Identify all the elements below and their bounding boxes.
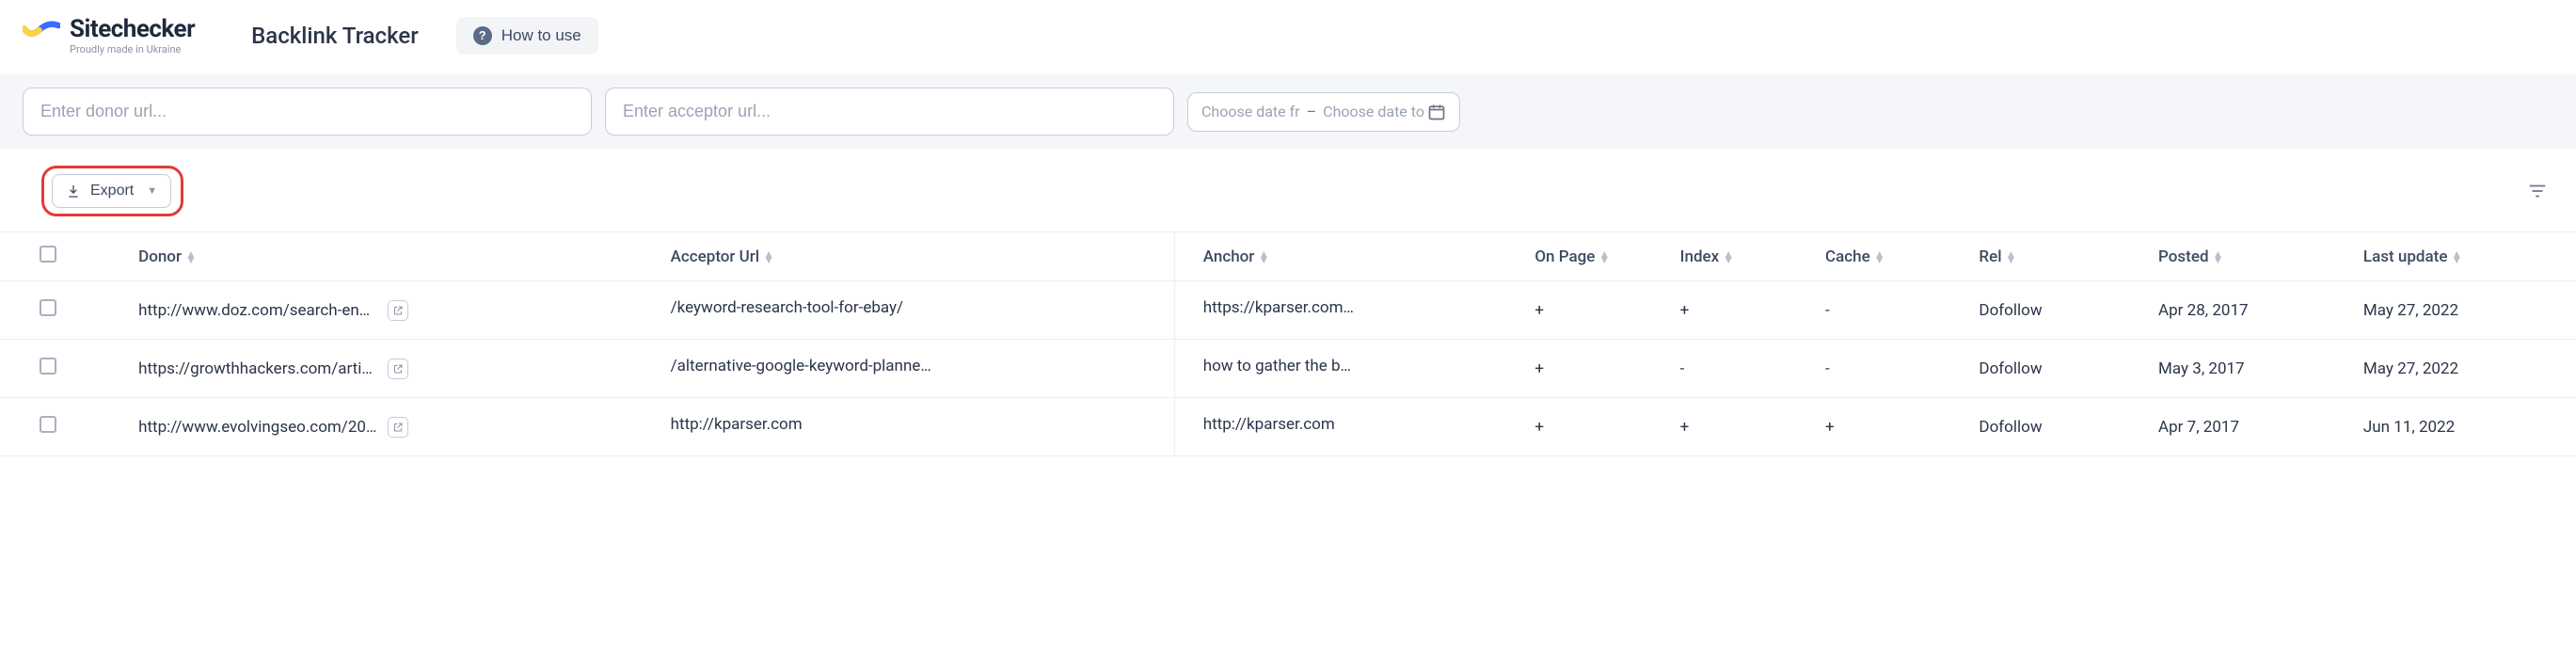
sort-icon: ▲▼ <box>2213 251 2224 263</box>
table-row: https://growthhackers.com/articles/... /… <box>0 340 2576 398</box>
sort-icon: ▲▼ <box>763 251 774 263</box>
col-on-page[interactable]: On Page▲▼ <box>1525 232 1670 281</box>
acceptor-url[interactable]: http://kparser.com <box>671 415 803 434</box>
sort-icon: ▲▼ <box>1258 251 1269 263</box>
download-icon <box>66 183 81 199</box>
table-row: http://www.doz.com/search-engine... /key… <box>0 281 2576 340</box>
index-value: - <box>1671 340 1816 398</box>
acceptor-url[interactable]: /alternative-google-keyword-planner/... <box>671 357 934 375</box>
how-to-use-label: How to use <box>501 26 581 45</box>
cache-value: - <box>1816 281 1969 340</box>
backlinks-table: Donor▲▼ Acceptor Url▲▼ Anchor▲▼ On Page▲… <box>0 231 2576 456</box>
col-posted[interactable]: Posted▲▼ <box>2149 232 2354 281</box>
question-icon: ? <box>473 26 492 45</box>
last-update-value: May 27, 2022 <box>2354 281 2576 340</box>
col-anchor[interactable]: Anchor▲▼ <box>1174 232 1525 281</box>
col-donor[interactable]: Donor▲▼ <box>119 232 661 281</box>
filter-icon[interactable] <box>2527 181 2548 201</box>
rel-value: Dofollow <box>1969 398 2149 456</box>
rel-value: Dofollow <box>1969 281 2149 340</box>
date-separator: – <box>1307 103 1317 120</box>
date-to-label: Choose date to <box>1323 103 1424 120</box>
last-update-value: May 27, 2022 <box>2354 340 2576 398</box>
anchor-text: https://kparser.com/k... <box>1203 298 1359 317</box>
col-acceptor[interactable]: Acceptor Url▲▼ <box>661 232 1175 281</box>
top-bar: Sitechecker Proudly made in Ukraine Back… <box>0 0 2576 74</box>
on-page-value: + <box>1525 398 1670 456</box>
posted-value: Apr 28, 2017 <box>2149 281 2354 340</box>
date-from-label: Choose date fr <box>1201 103 1300 120</box>
external-link-icon[interactable] <box>388 359 408 379</box>
table-toolbar: Export ▼ <box>0 149 2576 231</box>
col-rel[interactable]: Rel▲▼ <box>1969 232 2149 281</box>
sort-icon: ▲▼ <box>2006 251 2017 263</box>
donor-url[interactable]: http://www.evolvingseo.com/2013/0... <box>138 418 378 437</box>
col-last-update[interactable]: Last update▲▼ <box>2354 232 2576 281</box>
donor-url[interactable]: http://www.doz.com/search-engine... <box>138 301 378 320</box>
col-cache[interactable]: Cache▲▼ <box>1816 232 1969 281</box>
sort-icon: ▲▼ <box>185 251 197 263</box>
sort-icon: ▲▼ <box>2451 251 2462 263</box>
donor-url-input[interactable] <box>23 88 592 136</box>
export-highlight: Export ▼ <box>41 166 183 216</box>
row-checkbox[interactable] <box>40 416 56 433</box>
table-header-row: Donor▲▼ Acceptor Url▲▼ Anchor▲▼ On Page▲… <box>0 232 2576 281</box>
rel-value: Dofollow <box>1969 340 2149 398</box>
brand-tagline: Proudly made in Ukraine <box>70 43 195 56</box>
posted-value: May 3, 2017 <box>2149 340 2354 398</box>
sort-icon: ▲▼ <box>1874 251 1885 263</box>
anchor-text: how to gather the be... <box>1203 357 1359 375</box>
select-all-checkbox[interactable] <box>40 246 56 263</box>
logo-icon <box>23 15 60 45</box>
on-page-value: + <box>1525 281 1670 340</box>
posted-value: Apr 7, 2017 <box>2149 398 2354 456</box>
table-row: http://www.evolvingseo.com/2013/0... htt… <box>0 398 2576 456</box>
external-link-icon[interactable] <box>388 300 408 321</box>
sort-icon: ▲▼ <box>1598 251 1610 263</box>
export-button[interactable]: Export ▼ <box>52 174 171 208</box>
cache-value: - <box>1816 340 1969 398</box>
logo[interactable]: Sitechecker Proudly made in Ukraine <box>23 15 195 56</box>
export-label: Export <box>90 183 134 199</box>
brand-name: Sitechecker <box>70 15 195 43</box>
sort-icon: ▲▼ <box>1723 251 1734 263</box>
on-page-value: + <box>1525 340 1670 398</box>
anchor-text: http://kparser.com <box>1203 415 1335 434</box>
acceptor-url[interactable]: /keyword-research-tool-for-ebay/ <box>671 298 903 317</box>
date-range-picker[interactable]: Choose date fr – Choose date to <box>1187 92 1460 132</box>
cache-value: + <box>1816 398 1969 456</box>
donor-url[interactable]: https://growthhackers.com/articles/... <box>138 359 378 378</box>
index-value: + <box>1671 398 1816 456</box>
acceptor-url-input[interactable] <box>605 88 1174 136</box>
last-update-value: Jun 11, 2022 <box>2354 398 2576 456</box>
chevron-down-icon: ▼ <box>147 185 157 197</box>
filter-panel: Choose date fr – Choose date to <box>0 74 2576 149</box>
page-title: Backlink Tracker <box>251 23 419 49</box>
col-index[interactable]: Index▲▼ <box>1671 232 1816 281</box>
how-to-use-button[interactable]: ? How to use <box>456 17 598 55</box>
external-link-icon[interactable] <box>388 417 408 438</box>
calendar-icon <box>1427 103 1446 121</box>
index-value: + <box>1671 281 1816 340</box>
row-checkbox[interactable] <box>40 299 56 316</box>
row-checkbox[interactable] <box>40 358 56 375</box>
